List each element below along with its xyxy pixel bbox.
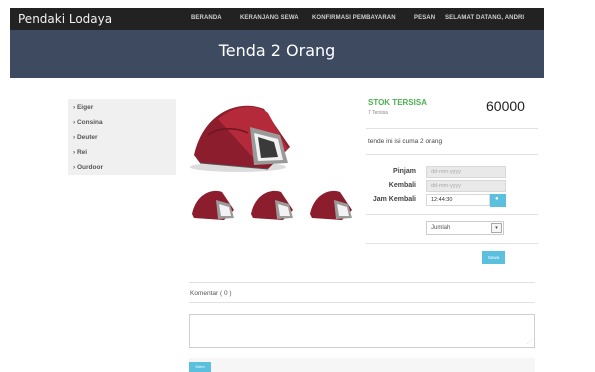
stock-label: STOK TERSISA xyxy=(368,98,427,107)
sewa-button[interactable]: Sewa xyxy=(482,251,505,264)
comment-tab[interactable]: Komentar ( 0 ) xyxy=(190,290,232,297)
thumbnail-3[interactable] xyxy=(308,186,354,222)
category-consina[interactable]: › Consina xyxy=(73,119,103,126)
nav-user-greeting[interactable]: SELAMAT DATANG, ANDRI xyxy=(445,15,524,21)
pinjam-date-input[interactable]: dd-mm-yyyy xyxy=(426,166,506,178)
nav-pesan[interactable]: PESAN xyxy=(414,15,435,21)
nav-keranjang-sewa[interactable]: KERANJANG SEWA xyxy=(240,15,299,21)
product-price: 60000 xyxy=(486,98,525,114)
nav-konfirmasi-pembayaran[interactable]: KONFIRMASI PEMBAYARAN xyxy=(312,15,396,21)
pinjam-label: Pinjam xyxy=(393,168,416,175)
divider xyxy=(189,282,535,283)
product-image xyxy=(190,105,290,172)
brand-logo[interactable]: Pendaki Lodaya xyxy=(18,12,112,26)
kembali-date-input[interactable]: dd-mm-yyyy xyxy=(426,180,506,192)
category-rei[interactable]: › Rei xyxy=(73,149,87,156)
jam-kembali-input[interactable]: 12:44:30 xyxy=(426,194,490,206)
nav-beranda[interactable]: BERANDA xyxy=(191,15,222,21)
category-ourdoor[interactable]: › Ourdoor xyxy=(73,164,103,171)
jam-kembali-label: Jam Kembali xyxy=(372,196,416,203)
thumbnail-1[interactable] xyxy=(190,186,236,222)
comment-footer xyxy=(189,358,535,372)
category-eiger[interactable]: › Eiger xyxy=(73,104,93,111)
divider xyxy=(366,243,538,244)
divider xyxy=(366,214,538,215)
category-deuter[interactable]: › Deuter xyxy=(73,134,98,141)
chevron-down-icon: ▾ xyxy=(491,223,502,233)
resize-grip-icon[interactable]: ⋰ xyxy=(527,339,532,345)
jumlah-select[interactable]: Jumlah ▾ xyxy=(426,221,504,235)
stock-remaining: 7 Tersisa xyxy=(368,110,388,116)
kembali-label: Kembali xyxy=(388,182,416,189)
clock-icon: ● xyxy=(495,196,499,202)
thumbnail-2[interactable] xyxy=(249,186,295,222)
divider xyxy=(366,154,538,155)
kirim-button[interactable]: Kirim xyxy=(189,362,211,372)
comment-textarea[interactable]: ⋰ xyxy=(189,314,535,348)
divider xyxy=(189,302,535,303)
divider xyxy=(366,128,538,129)
page-header: Tenda 2 Orang xyxy=(10,30,544,78)
time-picker-button[interactable]: ● xyxy=(490,194,506,207)
jumlah-selected-value: Jumlah xyxy=(431,225,451,231)
category-sidebar: › Eiger › Consina › Deuter › Rei › Ourdo… xyxy=(68,99,176,175)
product-description: tende ini isi cuma 2 orang xyxy=(368,138,443,145)
top-navbar: Pendaki Lodaya BERANDA KERANJANG SEWA KO… xyxy=(10,8,544,30)
page-title: Tenda 2 Orang xyxy=(218,41,336,60)
